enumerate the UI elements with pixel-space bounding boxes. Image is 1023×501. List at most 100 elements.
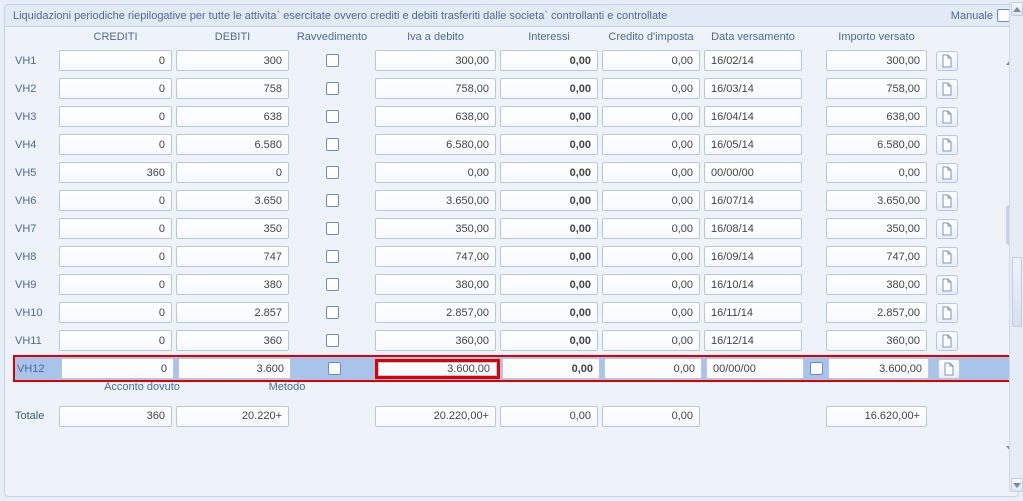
importo-versato-field[interactable] bbox=[826, 330, 927, 351]
debiti-field[interactable] bbox=[176, 274, 289, 295]
crediti-field[interactable] bbox=[59, 274, 172, 295]
totale-crediti[interactable] bbox=[59, 406, 172, 427]
document-button[interactable] bbox=[936, 191, 958, 211]
outer-scroll-thumb[interactable] bbox=[1012, 257, 1022, 327]
totale-interessi[interactable] bbox=[500, 406, 598, 427]
debiti-field[interactable] bbox=[176, 134, 289, 155]
debiti-field[interactable] bbox=[176, 106, 289, 127]
interessi-field[interactable] bbox=[502, 358, 600, 379]
iva-debito-field[interactable] bbox=[375, 162, 496, 183]
ravvedimento-checkbox[interactable] bbox=[326, 250, 339, 263]
credito-imposta-field[interactable] bbox=[602, 134, 700, 155]
document-button[interactable] bbox=[936, 219, 958, 239]
importo-versato-field[interactable] bbox=[826, 78, 927, 99]
document-button[interactable] bbox=[938, 359, 960, 379]
importo-versato-field[interactable] bbox=[826, 162, 927, 183]
ravvedimento-checkbox[interactable] bbox=[326, 334, 339, 347]
credito-imposta-field[interactable] bbox=[602, 162, 700, 183]
data-versamento-field[interactable] bbox=[704, 134, 802, 155]
document-button[interactable] bbox=[936, 107, 958, 127]
ravvedimento-checkbox[interactable] bbox=[326, 138, 339, 151]
interessi-field[interactable] bbox=[500, 106, 598, 127]
document-button[interactable] bbox=[936, 303, 958, 323]
data-versamento-field[interactable] bbox=[704, 246, 802, 267]
interessi-field[interactable] bbox=[500, 218, 598, 239]
rows-scroll-area[interactable]: VH1VH2VH3VH4VH5VH6VH7VH8VH9VH10VH11VH12 … bbox=[5, 47, 1018, 447]
totale-debiti[interactable] bbox=[176, 406, 289, 427]
crediti-field[interactable] bbox=[59, 162, 172, 183]
importo-checkbox[interactable] bbox=[810, 362, 823, 375]
debiti-field[interactable] bbox=[176, 246, 289, 267]
data-versamento-field[interactable] bbox=[706, 358, 804, 379]
interessi-field[interactable] bbox=[500, 162, 598, 183]
iva-debito-field[interactable] bbox=[375, 218, 496, 239]
importo-versato-field[interactable] bbox=[826, 218, 927, 239]
ravvedimento-checkbox[interactable] bbox=[326, 194, 339, 207]
data-versamento-field[interactable] bbox=[704, 218, 802, 239]
credito-imposta-field[interactable] bbox=[602, 218, 700, 239]
crediti-field[interactable] bbox=[61, 358, 174, 379]
credito-imposta-field[interactable] bbox=[602, 106, 700, 127]
crediti-field[interactable] bbox=[59, 106, 172, 127]
credito-imposta-field[interactable] bbox=[602, 246, 700, 267]
data-versamento-field[interactable] bbox=[704, 330, 802, 351]
ravvedimento-checkbox[interactable] bbox=[328, 362, 341, 375]
crediti-field[interactable] bbox=[59, 302, 172, 323]
iva-debito-field[interactable] bbox=[375, 106, 496, 127]
ravvedimento-checkbox[interactable] bbox=[326, 306, 339, 319]
iva-debito-field[interactable] bbox=[375, 78, 496, 99]
credito-imposta-field[interactable] bbox=[602, 50, 700, 71]
document-button[interactable] bbox=[936, 79, 958, 99]
document-button[interactable] bbox=[936, 331, 958, 351]
document-button[interactable] bbox=[936, 51, 958, 71]
importo-versato-field[interactable] bbox=[826, 274, 927, 295]
iva-debito-field[interactable] bbox=[375, 246, 496, 267]
crediti-field[interactable] bbox=[59, 78, 172, 99]
debiti-field[interactable] bbox=[176, 50, 289, 71]
importo-versato-field[interactable] bbox=[826, 106, 927, 127]
iva-debito-field[interactable] bbox=[375, 190, 496, 211]
data-versamento-field[interactable] bbox=[704, 302, 802, 323]
data-versamento-field[interactable] bbox=[704, 78, 802, 99]
debiti-field[interactable] bbox=[178, 358, 291, 379]
ravvedimento-checkbox[interactable] bbox=[326, 54, 339, 67]
crediti-field[interactable] bbox=[59, 50, 172, 71]
credito-imposta-field[interactable] bbox=[602, 274, 700, 295]
ravvedimento-checkbox[interactable] bbox=[326, 278, 339, 291]
debiti-field[interactable] bbox=[176, 218, 289, 239]
iva-debito-field[interactable] bbox=[375, 134, 496, 155]
data-versamento-field[interactable] bbox=[704, 162, 802, 183]
crediti-field[interactable] bbox=[59, 330, 172, 351]
crediti-field[interactable] bbox=[59, 218, 172, 239]
interessi-field[interactable] bbox=[500, 302, 598, 323]
iva-debito-field[interactable] bbox=[375, 50, 496, 71]
interessi-field[interactable] bbox=[500, 134, 598, 155]
ravvedimento-checkbox[interactable] bbox=[326, 166, 339, 179]
importo-versato-field[interactable] bbox=[826, 50, 927, 71]
iva-debito-field[interactable] bbox=[375, 274, 496, 295]
importo-versato-field[interactable] bbox=[826, 302, 927, 323]
document-button[interactable] bbox=[936, 275, 958, 295]
debiti-field[interactable] bbox=[176, 330, 289, 351]
importo-versato-field[interactable] bbox=[826, 134, 927, 155]
totale-iva[interactable] bbox=[375, 406, 496, 427]
data-versamento-field[interactable] bbox=[704, 106, 802, 127]
iva-debito-field[interactable] bbox=[378, 362, 497, 376]
data-versamento-field[interactable] bbox=[704, 50, 802, 71]
credito-imposta-field[interactable] bbox=[604, 358, 702, 379]
document-button[interactable] bbox=[936, 135, 958, 155]
interessi-field[interactable] bbox=[500, 246, 598, 267]
interessi-field[interactable] bbox=[500, 274, 598, 295]
credito-imposta-field[interactable] bbox=[602, 78, 700, 99]
data-versamento-field[interactable] bbox=[704, 274, 802, 295]
interessi-field[interactable] bbox=[500, 78, 598, 99]
interessi-field[interactable] bbox=[500, 190, 598, 211]
iva-debito-field[interactable] bbox=[375, 330, 496, 351]
data-versamento-field[interactable] bbox=[704, 190, 802, 211]
importo-versato-field[interactable] bbox=[828, 358, 929, 379]
outer-scroll-down-button[interactable] bbox=[1011, 478, 1023, 492]
iva-debito-field[interactable] bbox=[375, 302, 496, 323]
totale-importo[interactable] bbox=[826, 406, 927, 427]
outer-scroll-up-button[interactable] bbox=[1011, 2, 1023, 16]
interessi-field[interactable] bbox=[500, 50, 598, 71]
